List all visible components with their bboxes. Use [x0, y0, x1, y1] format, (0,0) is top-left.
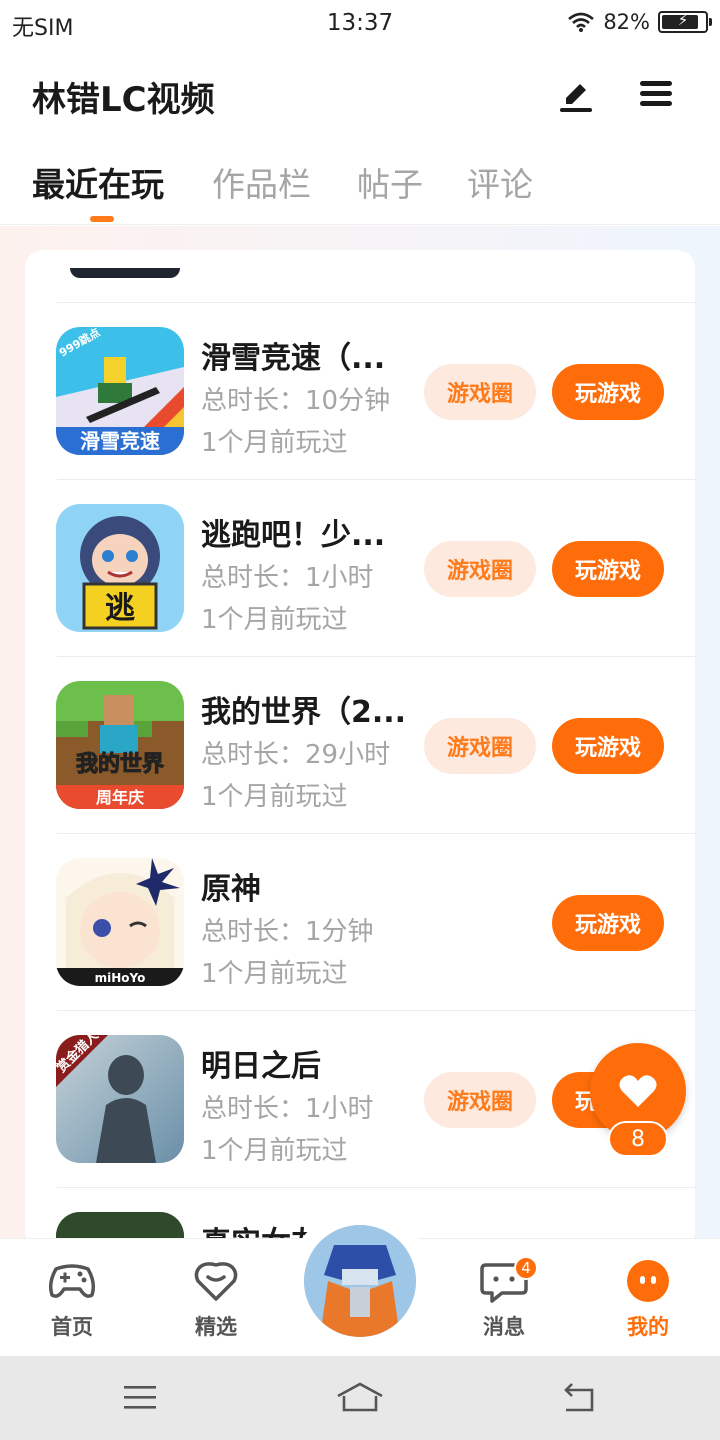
nav-featured[interactable]: 精选 [144, 1239, 288, 1357]
game-circle-button[interactable]: 游戏圈 [424, 1072, 536, 1128]
game-last-played: 1个月前玩过 [201, 1136, 348, 1166]
status-bar: 无SIM 13:37 82% ⚡ [0, 0, 720, 50]
profile-icon [627, 1260, 669, 1302]
tab-works[interactable]: 作品栏 [212, 158, 311, 206]
center-avatar[interactable] [304, 1225, 416, 1337]
game-row[interactable]: 我的世界 周年庆 我的世界（2... 总时长：29小时 1个月前玩过 游戏圈 玩… [25, 657, 695, 834]
game-name: 明日之后 [201, 1049, 321, 1084]
nav-home[interactable]: 首页 [0, 1239, 144, 1357]
escape-icon-text: 逃 [105, 591, 135, 626]
game-duration: 总时长：1小时 [201, 563, 374, 593]
tab-posts[interactable]: 帖子 [357, 158, 423, 206]
heart-icon [619, 1075, 657, 1107]
nav-messages[interactable]: 消息 [432, 1239, 576, 1357]
tab-comments[interactable]: 评论 [467, 158, 533, 206]
pen-icon[interactable] [556, 74, 596, 114]
game-row[interactable]: miHoYo 原神 总时长：1分钟 1个月前玩过 玩游戏 [25, 834, 695, 1011]
system-nav-bar [0, 1356, 720, 1440]
game-circle-button[interactable]: 游戏圈 [424, 541, 536, 597]
game-name: 我的世界（2... [201, 695, 407, 730]
partial-game-icon [70, 268, 180, 278]
nav-home-label: 首页 [51, 1315, 93, 1339]
tab-indicator [90, 216, 114, 222]
game-last-played: 1个月前玩过 [201, 782, 348, 812]
home-icon[interactable] [336, 1380, 384, 1416]
page-title: 林错LC视频 [32, 80, 215, 120]
battery-charging-icon: ⚡ [658, 11, 712, 33]
game-last-played: 1个月前玩过 [201, 605, 348, 635]
header: 林错LC视频 [0, 50, 720, 140]
game-row[interactable]: 逃 逃跑吧！少... 总时长：1小时 1个月前玩过 游戏圈 玩游戏 [25, 480, 695, 657]
game-last-played: 1个月前玩过 [201, 428, 348, 458]
back-icon[interactable] [560, 1380, 600, 1416]
message-badge: 4 [514, 1256, 538, 1280]
tab-recent[interactable]: 最近在玩 [32, 158, 164, 206]
menu-icon[interactable] [636, 74, 676, 114]
game-last-played: 1个月前玩过 [201, 959, 348, 989]
bolt-icon: ⚡ [677, 11, 689, 29]
game-circle-button[interactable]: 游戏圈 [424, 718, 536, 774]
recent-apps-icon[interactable] [120, 1380, 160, 1416]
game-row[interactable]: 滑雪竞速 999跳点 滑雪竞速（... 总时长：10分钟 1个月前玩过 游戏圈 … [25, 303, 695, 480]
minecraft-icon: 我的世界 周年庆 [56, 681, 184, 809]
game-name: 滑雪竞速（... [201, 341, 386, 376]
nav-featured-label: 精选 [195, 1315, 237, 1339]
profile-tabs: 最近在玩 作品栏 帖子 评论 [0, 150, 720, 225]
play-game-button[interactable]: 玩游戏 [552, 895, 664, 951]
status-right: 82% ⚡ [567, 10, 712, 34]
play-game-button[interactable]: 玩游戏 [552, 541, 664, 597]
game-duration: 总时长：29小时 [201, 740, 391, 770]
minecraft-icon-badge: 周年庆 [96, 788, 144, 807]
game-duration: 总时长：10分钟 [201, 386, 391, 416]
genshin-icon-text: miHoYo [95, 971, 146, 985]
gamepad-icon [48, 1264, 96, 1298]
featured-heart-icon [194, 1262, 238, 1301]
nav-profile-label: 我的 [627, 1315, 669, 1339]
game-name: 逃跑吧！少... [201, 518, 386, 553]
lifeafter-icon: 赏金猎人 [56, 1035, 184, 1163]
wifi-icon [568, 12, 595, 32]
battery-percent: 82% [603, 10, 650, 34]
minecraft-icon-text: 我的世界 [76, 751, 164, 777]
game-duration: 总时长：1分钟 [201, 917, 374, 947]
escape-game-icon: 逃 [56, 504, 184, 632]
game-duration: 总时长：1小时 [201, 1094, 374, 1124]
game-name: 原神 [201, 872, 261, 907]
genshin-icon: miHoYo [56, 858, 184, 986]
nav-messages-label: 消息 [483, 1315, 525, 1339]
nav-profile[interactable]: 我的 [576, 1239, 720, 1357]
ski-race-title: 滑雪竞速 [80, 429, 160, 453]
play-game-button[interactable]: 玩游戏 [552, 364, 664, 420]
like-count: 8 [608, 1121, 668, 1157]
play-game-button[interactable]: 玩游戏 [552, 718, 664, 774]
game-circle-button[interactable]: 游戏圈 [424, 364, 536, 420]
ski-race-icon: 滑雪竞速 999跳点 [56, 327, 184, 455]
